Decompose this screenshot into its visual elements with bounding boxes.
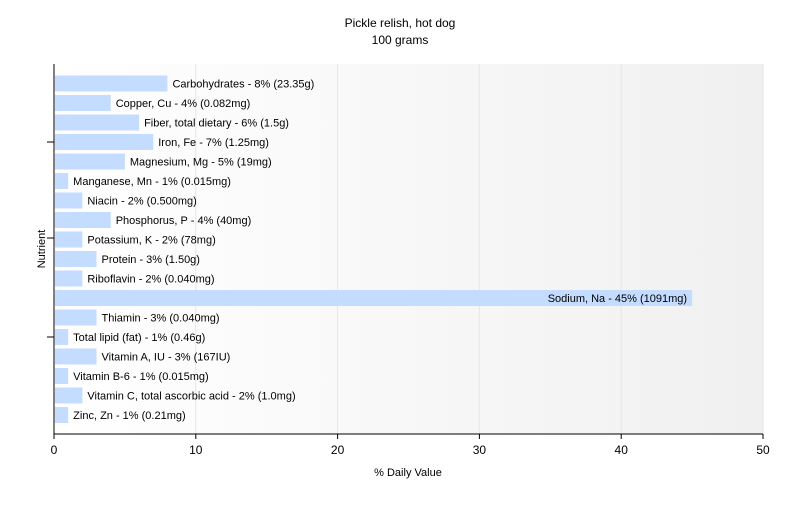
bar: [55, 348, 97, 365]
bar-label: Carbohydrates - 8% (23.35g): [172, 79, 314, 91]
x-tick-label: 20: [331, 443, 345, 457]
bar-label: Total lipid (fat) - 1% (0.46g): [73, 332, 205, 344]
bar: [55, 270, 83, 287]
chart: Pickle relish, hot dog 100 grams Carbohy…: [0, 0, 800, 500]
bar: [55, 192, 83, 209]
bar-label: Manganese, Mn - 1% (0.015mg): [73, 176, 231, 188]
bar: [55, 251, 97, 267]
bar-label: Zinc, Zn - 1% (0.21mg): [73, 410, 185, 422]
bar: [55, 309, 97, 326]
bar-label: Vitamin A, IU - 3% (167IU): [102, 352, 231, 364]
bar-label: Iron, Fe - 7% (1.25mg): [158, 137, 269, 149]
bar-label: Thiamin - 3% (0.040mg): [102, 313, 220, 325]
bar: [55, 95, 111, 111]
chart-subtitle: 100 grams: [372, 33, 429, 47]
bar-label: Vitamin C, total ascorbic acid - 2% (1.0…: [87, 391, 295, 403]
bar: [55, 231, 83, 248]
bar-label: Riboflavin - 2% (0.040mg): [87, 274, 214, 286]
bar-label: Sodium, Na - 45% (1091mg): [548, 293, 687, 305]
x-tick-label: 0: [51, 443, 58, 457]
bar-label: Niacin - 2% (0.500mg): [87, 196, 196, 208]
bar: [55, 212, 111, 228]
bar: [55, 114, 140, 131]
bar: [55, 407, 69, 423]
bar-label: Phosphorus, P - 4% (40mg): [116, 215, 252, 227]
x-tick-label: 50: [756, 443, 770, 457]
bar-label: Magnesium, Mg - 5% (19mg): [130, 157, 272, 169]
bar-label: Copper, Cu - 4% (0.082mg): [116, 98, 251, 110]
bar-label: Protein - 3% (1.50g): [102, 254, 200, 266]
x-tick-label: 10: [189, 443, 203, 457]
bar-label: Potassium, K - 2% (78mg): [87, 235, 215, 247]
bar: [55, 173, 69, 189]
bar: [55, 329, 69, 345]
x-tick-label: 40: [615, 443, 629, 457]
y-axis-label: Nutrient: [36, 230, 48, 269]
bar-label: Fiber, total dietary - 6% (1.5g): [144, 118, 289, 130]
x-tick-label: 30: [473, 443, 487, 457]
x-tick-labels: 0 10 20 30 40 50: [51, 434, 770, 457]
chart-title: Pickle relish, hot dog: [345, 16, 456, 30]
bar: [55, 387, 83, 404]
bar-chart-svg: Pickle relish, hot dog 100 grams Carbohy…: [36, 16, 770, 479]
bar: [55, 134, 154, 150]
bar-label: Vitamin B-6 - 1% (0.015mg): [73, 371, 209, 383]
bar: [55, 153, 125, 170]
x-axis-label: % Daily Value: [374, 467, 442, 479]
bar: [55, 75, 168, 92]
bar: [55, 368, 69, 384]
